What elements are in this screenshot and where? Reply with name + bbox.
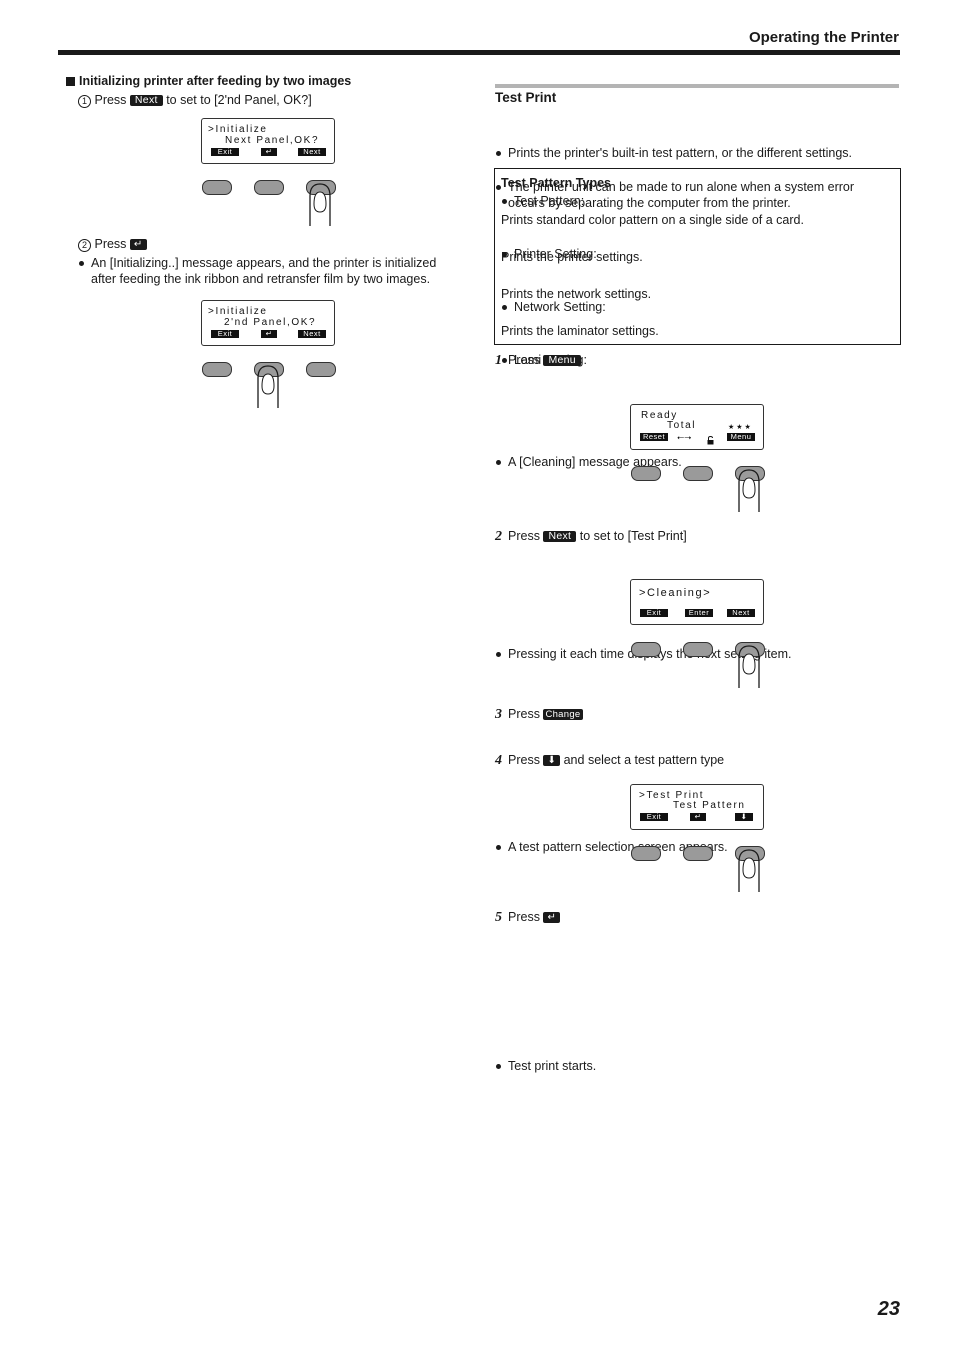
type-name: Test Pattern: [501,193,906,209]
step-suffix-text: to set to [2'nd Panel, OK?] [166,93,312,107]
step-number: 2 [495,529,502,544]
printer-button-left[interactable] [631,846,661,861]
lcd-panel-ready: Ready Total ★ ★ ★ Reset ⭠⭢ Menu [630,404,764,450]
type-desc: Prints the laminator settings. [501,324,659,338]
type-desc: Prints standard color pattern on a singl… [501,213,804,227]
step-press-text: Press [94,93,127,107]
right-step-4: 4 Press ⬇ and select a test pattern type [495,752,724,769]
lcd-line-2: Total [667,420,697,431]
step-press-text: Press [508,753,540,767]
type-desc: Prints the network settings. [501,287,652,301]
step-number: 1 [495,353,502,368]
lcd-line-1: >Initialize [208,124,268,135]
square-bullet-icon [66,76,75,86]
section-rule [495,84,899,88]
lcd-key-enter-icon: ↵ [261,148,277,156]
lcd-line-1: >Cleaning> [639,587,712,599]
finger-press-icon [257,365,279,408]
lcd-key-exit: Exit [211,330,239,338]
step-number-circle: 2 [78,239,91,252]
lcd-panel-initialize-next: >Initialize Next Panel,OK? Exit ↵ Next [201,118,335,164]
lcd-key-next: Next [298,330,326,338]
usb-icon: ⭠⭢ [677,432,692,442]
step-number-circle: 1 [78,95,91,108]
lcd-line-2: 2'nd Panel,OK? [224,317,317,328]
step-suffix-text: and select a test pattern type [563,753,725,767]
step-press-text: Press [508,707,540,721]
right-step-5: 5 Press ↵ [495,909,561,926]
finger-press-icon [738,645,760,688]
printer-button-middle[interactable] [683,466,713,481]
lcd-panel-cleaning: >Cleaning> Exit Enter Next [630,579,764,625]
printer-button-left[interactable] [202,362,232,377]
lcd-key-enter-icon: ↵ [261,330,277,338]
finger-press-icon [309,183,331,226]
step-number: 5 [495,910,502,925]
lcd-key-down-icon: ⬇ [735,813,753,821]
intro-bullet-1: Prints the printer's built-in test patte… [495,145,954,161]
step-suffix-text: to set to [Test Print] [579,529,687,543]
step-press-text: Press [508,910,540,924]
right-step-1: 1 Press Menu [495,352,581,369]
finger-press-icon [738,849,760,892]
printer-button-middle[interactable] [683,846,713,861]
next-key-label: Next [543,531,577,542]
right-step-3: 3 Press Change [495,706,583,723]
lcd-key-exit: Exit [640,813,668,821]
lcd-key-enter: Enter [685,609,713,617]
printer-buttons-4 [631,642,767,700]
next-key-label: Next [129,95,163,106]
printer-buttons-5 [631,846,767,904]
printer-buttons-3 [631,466,767,524]
change-key-label: Change [543,709,583,720]
enter-key-icon: ↵ [129,239,147,250]
page-number: 23 [877,1298,900,1320]
printer-buttons-1 [202,180,338,238]
type-desc: Prints the printer settings. [501,250,643,264]
right-step-2: 2 Press Next to set to [Test Print] [495,528,687,545]
left-step-2: 2 Press ↵ [78,236,147,252]
menu-key-label: Menu [543,355,581,366]
left-section-title: Initializing printer after feeding by tw… [66,74,351,88]
step-press-text: Press [508,529,540,543]
down-arrow-key-icon: ⬇ [543,755,561,766]
lcd-line-2: Next Panel,OK? [225,135,320,146]
lcd-key-reset: Reset [640,433,668,441]
lcd-panel-initialize-2nd: >Initialize 2'nd Panel,OK? Exit ↵ Next [201,300,335,346]
printer-button-left[interactable] [631,466,661,481]
finger-press-icon [738,469,760,512]
enter-key-icon: ↵ [543,912,561,923]
page-header-title: Operating the Printer [748,29,899,46]
lcd-key-exit: Exit [640,609,668,617]
printer-buttons-2 [202,362,338,420]
lcd-key-menu: Menu [727,433,755,441]
test-pattern-types-box: Test Pattern Types Test Pattern: Prints … [494,168,901,367]
left-section-title-text: Initializing printer after feeding by tw… [79,74,352,88]
unlock-icon [707,432,714,445]
printer-button-left[interactable] [202,180,232,195]
printer-button-left[interactable] [631,642,661,657]
lcd-line-2: Test Pattern [673,800,746,811]
lcd-key-exit: Exit [211,148,239,156]
step-5-note: Test print starts. [495,1058,954,1074]
lcd-key-next: Next [727,609,755,617]
right-section-title: Test Print [495,90,557,105]
left-step-1: 1 Press Next to set to [2'nd Panel, OK?] [78,92,312,108]
header-rule [58,50,900,55]
lcd-line-1: >Initialize [208,306,268,317]
step-press-text: Press [94,237,127,251]
lcd-panel-test-print: >Test Print Test Pattern Exit ↵ ⬇ [630,784,764,830]
printer-button-middle[interactable] [683,642,713,657]
printer-button-middle[interactable] [254,180,284,195]
lcd-key-next: Next [298,148,326,156]
printer-button-right[interactable] [306,362,336,377]
lcd-key-enter-icon: ↵ [690,813,706,821]
step-press-text: Press [508,353,540,367]
step-number: 3 [495,707,502,722]
step-number: 4 [495,753,502,768]
types-box-title: Test Pattern Types [501,176,611,190]
